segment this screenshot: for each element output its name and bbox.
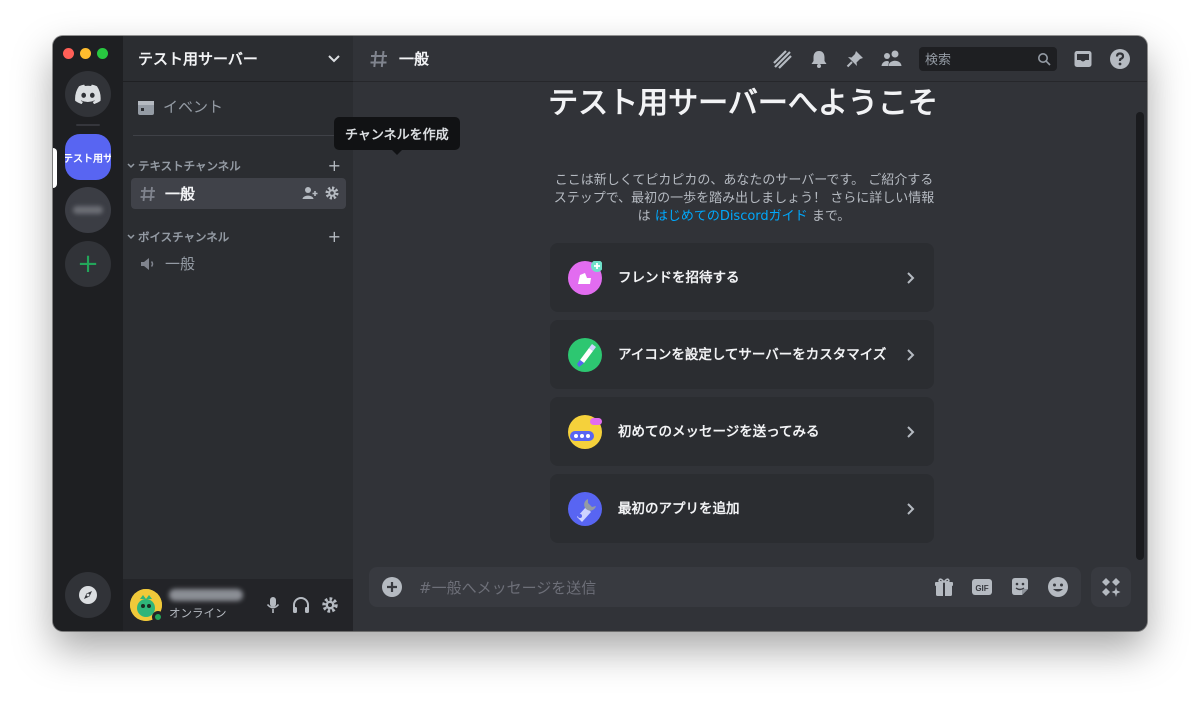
user-status: オンライン [169,606,227,620]
channel-name: 一般 [165,255,196,273]
category-voice-channels[interactable]: ボイスチャンネル + [127,227,341,246]
zoom-window-button[interactable] [97,48,108,59]
invite-friends-icon [568,260,602,295]
category-label: ボイスチャンネル [138,229,230,244]
server-name: テスト用サーバー [138,50,258,68]
getting-started-guide-link[interactable]: はじめてのDiscordガイド [655,209,808,224]
inbox-icon[interactable] [1073,49,1093,69]
chevron-right-icon [907,502,915,515]
bell-icon[interactable] [809,49,829,69]
main-chat-area: 一般 検索 テスト用サーバーへようこそ ここは新しくてピカピカの、あなたのサーバ… [353,36,1147,631]
search-input[interactable]: 検索 [919,46,1057,71]
direct-messages-button[interactable] [65,71,111,117]
create-text-channel-button[interactable]: + [328,156,341,175]
add-app-card[interactable]: 最初のアプリを追加 [550,474,934,543]
hashtag-icon [140,186,155,201]
attach-plus-icon[interactable] [381,576,403,598]
blurred-server-name [73,206,103,214]
card-label: アイコンを設定してサーバーをカスタマイズ [618,346,887,363]
card-label: 初めてのメッセージを送ってみる [618,423,820,440]
headphones-icon[interactable] [292,596,310,614]
events-link[interactable]: イベント [137,96,223,117]
scrollbar[interactable] [1136,112,1144,560]
first-message-card[interactable]: 初めてのメッセージを送ってみる [550,397,934,466]
chevron-down-icon [127,162,135,168]
channel-title: 一般 [399,50,430,68]
channel-item-general-text[interactable]: 一般 [131,178,346,209]
chevron-right-icon [907,271,915,284]
card-label: フレンドを招待する [618,269,740,286]
online-status-dot [152,611,164,623]
events-divider [133,135,343,136]
gif-label: GIF [975,584,988,593]
channel-sidebar: テスト用サーバー イベント チャンネルを作成 テキストチャンネル + 一般 ボイ… [123,36,460,631]
hashtag-icon [370,50,387,67]
add-server-button[interactable]: + [65,241,111,287]
search-placeholder: 検索 [925,53,952,68]
channel-item-general-voice[interactable]: 一般 [131,248,346,279]
server-rail: テスト用サーバー + [53,36,123,631]
gif-icon[interactable]: GIF [971,576,993,598]
threads-icon[interactable] [771,48,793,70]
compass-icon [79,586,97,604]
rail-separator [76,124,100,126]
server-icon-label: テスト用サーバー [65,153,111,165]
discord-window: テスト用サーバー + テスト用サーバー イ [53,36,1147,631]
invite-friends-card[interactable]: フレンドを招待する [550,243,934,312]
card-label: 最初のアプリを追加 [618,500,740,517]
avatar[interactable] [130,589,164,623]
gift-icon[interactable] [933,576,955,598]
traffic-lights [63,48,108,59]
discover-button[interactable] [65,572,111,618]
chevron-right-icon [907,425,915,438]
message-composer[interactable]: #一般へメッセージを送信 GIF [369,567,1081,607]
create-voice-channel-button[interactable]: + [328,227,341,246]
emoji-icon[interactable] [1047,576,1069,598]
username-blurred [169,589,243,601]
message-input-placeholder[interactable]: #一般へメッセージを送信 [419,577,596,598]
welcome-title: テスト用サーバーへようこそ [548,86,938,121]
chevron-down-icon [127,233,135,239]
message-bubble-icon [568,414,602,449]
minimize-window-button[interactable] [80,48,91,59]
channel-name: 一般 [165,185,196,203]
user-panel: オンライン [123,579,353,631]
server-icon-test[interactable]: テスト用サーバー [65,134,111,180]
category-text-channels[interactable]: テキストチャンネル + [127,156,341,175]
invite-member-icon[interactable] [302,185,318,201]
pin-icon[interactable] [845,49,865,69]
server-header[interactable]: テスト用サーバー [123,36,353,82]
app-launcher-button[interactable] [1091,567,1131,607]
chevron-down-icon [328,54,340,62]
search-icon [1038,52,1051,66]
discord-logo-icon [75,84,101,104]
help-icon[interactable] [1109,48,1131,70]
sticker-icon[interactable] [1009,576,1031,598]
create-channel-tooltip: チャンネルを作成 [334,117,460,155]
active-server-indicator [53,148,57,188]
close-window-button[interactable] [63,48,74,59]
customize-brush-icon [568,337,602,372]
calendar-icon [138,100,154,115]
microphone-icon[interactable] [265,596,281,614]
apps-icon [1102,578,1121,597]
customize-server-card[interactable]: アイコンを設定してサーバーをカスタマイズ [550,320,934,389]
category-label: テキストチャンネル [138,158,241,173]
events-label: イベント [163,98,224,116]
speaker-icon [141,257,154,270]
welcome-description: ここは新しくてピカピカの、あなたのサーバーです。 ご紹介するステップで、最初の一… [549,172,939,226]
channel-topbar: 一般 検索 [353,36,1147,82]
gear-icon[interactable] [324,185,340,201]
user-settings-gear-icon[interactable] [321,596,339,614]
plus-icon: + [77,249,99,279]
chevron-right-icon [907,348,915,361]
welcome-desc-tail: まで。 [807,209,851,224]
member-list-icon[interactable] [881,49,903,69]
add-app-icon [568,491,602,526]
server-icon-blurred[interactable] [65,187,111,233]
